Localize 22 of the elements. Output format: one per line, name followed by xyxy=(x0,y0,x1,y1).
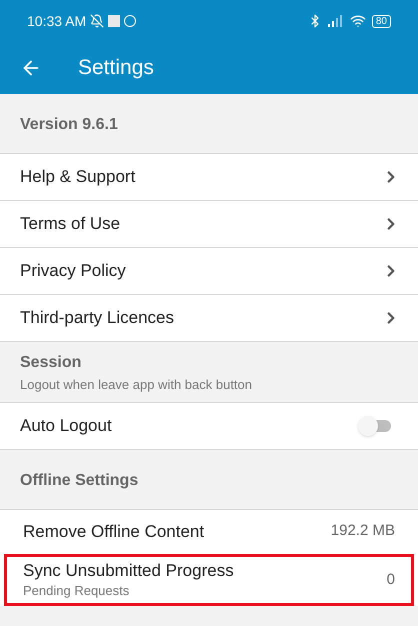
row-label: Remove Offline Content xyxy=(23,520,204,542)
settings-row[interactable]: Third-party Licences xyxy=(0,295,418,342)
mute-icon xyxy=(90,14,104,28)
section-title: Session xyxy=(20,352,82,372)
row-subtitle: Pending Requests xyxy=(23,582,130,600)
signal-icon xyxy=(328,15,344,27)
section-title: Version 9.6.1 xyxy=(20,115,119,135)
row-label: Auto Logout xyxy=(20,415,112,438)
section-title: Offline Settings xyxy=(20,471,140,491)
status-time: 10:33 AM xyxy=(27,12,86,30)
row-value: 192.2 MB xyxy=(330,521,395,542)
settings-row[interactable]: Privacy Policy xyxy=(0,248,418,295)
settings-row[interactable]: Help & Support xyxy=(0,154,418,201)
notification-icon xyxy=(108,15,120,27)
settings-row[interactable]: Terms of Use xyxy=(0,201,418,248)
app-bar-title: Settings xyxy=(78,55,154,82)
battery-icon: 80 xyxy=(372,14,391,28)
wifi-icon xyxy=(350,13,366,29)
section-subtitle: Logout when leave app with back button xyxy=(20,376,254,394)
row-value: 0 xyxy=(386,570,395,590)
settings-row[interactable]: Sync Unsubmitted Progress Pending Requests 0 xyxy=(4,554,414,606)
row-label: Sync Unsubmitted Progress xyxy=(23,560,234,581)
